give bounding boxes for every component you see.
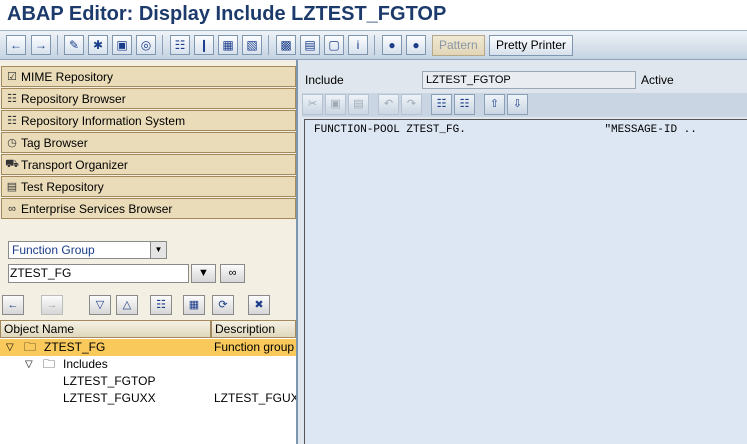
status-badge: Active xyxy=(641,73,674,87)
page-title: ABAP Editor: Display Include LZTEST_FGTO… xyxy=(7,3,447,25)
collapse-icon[interactable]: ▽ xyxy=(89,295,111,315)
services-icon: ∞ xyxy=(8,202,16,215)
tree-row-name: LZTEST_FGTOP xyxy=(63,374,156,388)
pretty-printer-button[interactable]: Pretty Printer xyxy=(489,35,574,56)
object-tree: Object Name Description ▽ 🗀 ZTEST_FG Fun… xyxy=(0,320,296,444)
close-icon[interactable]: ✖ xyxy=(248,295,270,315)
check-icon[interactable]: ▣ xyxy=(112,35,132,55)
download-icon[interactable]: ⇩ xyxy=(507,94,528,115)
nav-label: Transport Organizer xyxy=(21,157,128,172)
hierarchy-icon[interactable]: ▧ xyxy=(242,35,262,55)
print-icon[interactable]: ▤ xyxy=(300,35,320,55)
tree-row[interactable]: ▽ 🗀 ZTEST_FG Function group xyxy=(0,339,296,356)
glasses-icon: ∞ xyxy=(228,267,237,279)
nav-repository-browser[interactable]: ☷ Repository Browser xyxy=(1,88,296,109)
copy-icon[interactable]: ▣ xyxy=(325,94,346,115)
separator xyxy=(374,35,375,55)
back-icon[interactable]: ← xyxy=(6,35,26,55)
previous-object-icon[interactable]: ← xyxy=(2,295,24,315)
next-object-icon[interactable]: → xyxy=(41,295,63,315)
collapse-triangle-icon[interactable]: ▽ xyxy=(6,339,14,356)
delete-breakpoint-icon[interactable]: ● xyxy=(406,35,426,55)
undo-icon[interactable]: ↶ xyxy=(378,94,399,115)
truck-icon: ⛟ xyxy=(5,157,19,170)
breakpoint-icon[interactable]: ● xyxy=(382,35,402,55)
nav-label: Tag Browser xyxy=(21,135,88,150)
folder-icon: 🗀 xyxy=(43,357,56,371)
layout-icon[interactable]: ▢ xyxy=(324,35,344,55)
mime-icon: ☑ xyxy=(7,71,17,83)
nav-transport-organizer[interactable]: ⛟ Transport Organizer xyxy=(1,154,296,175)
nav-label: Enterprise Services Browser xyxy=(21,201,173,216)
nav-test-repository[interactable]: ▤ Test Repository xyxy=(1,176,296,197)
folder-icon: 🗀 xyxy=(24,340,37,354)
refresh-icon[interactable]: ⟳ xyxy=(212,295,234,315)
info-icon[interactable]: i xyxy=(348,35,368,55)
column-header-object-name[interactable]: Object Name xyxy=(0,320,211,338)
tree-row[interactable]: ▽ 🗀 Includes xyxy=(0,356,296,373)
include-label: Include xyxy=(305,73,344,87)
nav-mime-repository[interactable]: ☑ MIME Repository xyxy=(1,66,296,87)
tree-row-desc: LZTEST_FGUX xyxy=(214,391,296,405)
object-list-icon[interactable]: ☷ xyxy=(170,35,190,55)
where-used-icon[interactable]: ◎ xyxy=(136,35,156,55)
nav-label: Test Repository xyxy=(21,179,104,194)
select-icon[interactable]: ▦ xyxy=(183,295,205,315)
chevron-down-icon: ▼ xyxy=(198,267,209,279)
tag-icon: ◷ xyxy=(7,137,17,149)
nav-enterprise-services-browser[interactable]: ∞ Enterprise Services Browser xyxy=(1,198,296,219)
upload-icon[interactable]: ⇧ xyxy=(484,94,505,115)
separator xyxy=(162,35,163,55)
object-name-input[interactable]: ZTEST_FG xyxy=(8,264,189,283)
tree-row-name: ZTEST_FG xyxy=(44,340,106,354)
object-type-select[interactable]: Function Group ▼ xyxy=(8,241,167,259)
title-bar: ABAP Editor: Display Include LZTEST_FGTO… xyxy=(0,0,747,30)
window-icon[interactable]: ▦ xyxy=(218,35,238,55)
forward-icon[interactable]: → xyxy=(31,35,51,55)
hierarchy-icon[interactable]: ☷ xyxy=(150,295,172,315)
application-toolbar: ← → ✎ ✱ ▣ ◎ ☷ ❙ ▦ ▧ ▩ ▤ ▢ i ● ● Pattern … xyxy=(0,30,747,60)
nav-tag-browser[interactable]: ◷ Tag Browser xyxy=(1,132,296,153)
code-line: FUNCTION-POOL ZTEST_FG. "MESSAGE-ID .. xyxy=(314,124,697,136)
display-button[interactable]: ∞ xyxy=(220,264,245,283)
object-type-value: Function Group xyxy=(12,243,95,257)
pattern-button[interactable]: Pattern xyxy=(432,35,485,56)
tree-toolbar: ← → ▽ △ ☷ ▦ ⟳ ✖ xyxy=(0,293,296,319)
editor-panel: Include LZTEST_FGTOP Active ✂ ▣ ▤ ↶ ↷ ☷ … xyxy=(298,60,747,444)
dropdown-button[interactable]: ▼ xyxy=(191,264,216,283)
activate-icon[interactable]: ✱ xyxy=(88,35,108,55)
navigation-icon[interactable]: ❙ xyxy=(194,35,214,55)
expand-icon[interactable]: △ xyxy=(116,295,138,315)
code-editor[interactable]: FUNCTION-POOL ZTEST_FG. "MESSAGE-ID .. xyxy=(304,119,747,444)
redo-icon[interactable]: ↷ xyxy=(401,94,422,115)
include-name-field: LZTEST_FGTOP xyxy=(422,71,636,89)
collapse-triangle-icon[interactable]: ▽ xyxy=(25,356,33,373)
tree-row-desc: Function group xyxy=(214,340,295,354)
find-next-icon[interactable]: ☷ xyxy=(454,94,475,115)
nav-label: MIME Repository xyxy=(21,69,114,84)
editor-toolbar: ✂ ▣ ▤ ↶ ↷ ☷ ☷ ⇧ ⇩ xyxy=(302,93,747,117)
separator xyxy=(268,35,269,55)
separator xyxy=(57,35,58,55)
cut-icon[interactable]: ✂ xyxy=(302,94,323,115)
column-header-description[interactable]: Description xyxy=(211,320,296,338)
enhance-icon[interactable]: ▩ xyxy=(276,35,296,55)
tree-icon: ☷ xyxy=(7,93,17,105)
test-icon: ▤ xyxy=(6,181,18,193)
nav-repository-info-system[interactable]: ☷ Repository Information System xyxy=(1,110,296,131)
info-system-icon: ☷ xyxy=(7,115,17,127)
chevron-down-icon[interactable]: ▼ xyxy=(150,242,166,258)
tree-row-name: LZTEST_FGUXX xyxy=(63,391,156,405)
tree-row[interactable]: LZTEST_FGUXX LZTEST_FGUX xyxy=(0,390,296,407)
tree-row-name: Includes xyxy=(63,357,108,371)
find-icon[interactable]: ☷ xyxy=(431,94,452,115)
nav-label: Repository Browser xyxy=(21,91,126,106)
nav-label: Repository Information System xyxy=(21,113,186,128)
paste-icon[interactable]: ▤ xyxy=(348,94,369,115)
display-change-icon[interactable]: ✎ xyxy=(64,35,84,55)
tree-row[interactable]: LZTEST_FGTOP xyxy=(0,373,296,390)
